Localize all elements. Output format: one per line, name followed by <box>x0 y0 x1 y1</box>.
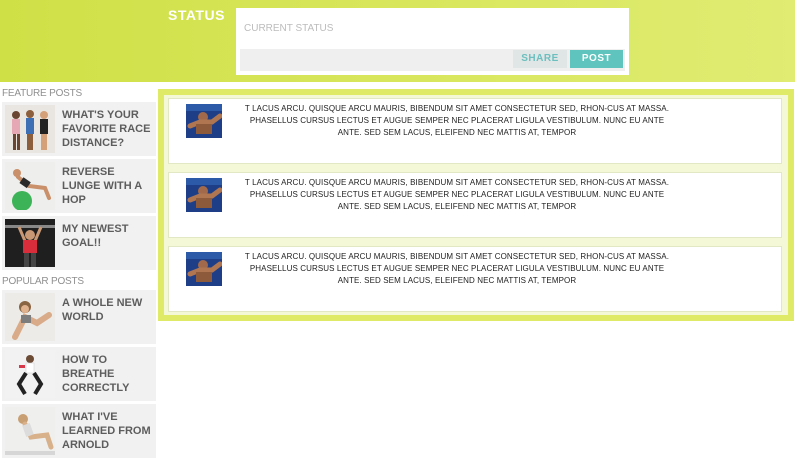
runners-photo <box>5 105 55 153</box>
feed-item-text: T LACUS ARCU. QUISQUE ARCU MAURIS, BIBEN… <box>244 178 670 211</box>
feed-list: T LACUS ARCU. QUISQUE ARCU MAURIS, BIBEN… <box>164 95 788 315</box>
sidebar-post-breathe-correctly[interactable]: HOW TO BREATHE CORRECTLY <box>2 347 156 401</box>
feed-item[interactable]: T LACUS ARCU. QUISQUE ARCU MAURIS, BIBEN… <box>168 172 782 238</box>
exercise-ball-photo <box>5 162 55 210</box>
status-input[interactable] <box>236 8 629 48</box>
status-title: STATUS <box>168 7 225 23</box>
share-button[interactable]: SHARE <box>513 50 567 68</box>
status-action-bar <box>240 49 625 71</box>
bodybuilder-photo <box>186 178 222 212</box>
sidebar-post-reverse-lunge[interactable]: REVERSE LUNGE WITH A HOP <box>2 159 156 213</box>
sidebar-post-label: MY NEWEST GOAL!! <box>62 223 129 249</box>
feed-panel: T LACUS ARCU. QUISQUE ARCU MAURIS, BIBEN… <box>158 89 794 321</box>
barbell-photo <box>5 219 55 267</box>
dumbbell-photo <box>5 350 55 398</box>
sidebar-post-label: REVERSE LUNGE WITH A HOP <box>62 166 142 206</box>
feed-item[interactable]: T LACUS ARCU. QUISQUE ARCU MAURIS, BIBEN… <box>168 98 782 164</box>
feature-posts-title: FEATURE POSTS <box>2 88 83 99</box>
feed-item[interactable]: T LACUS ARCU. QUISQUE ARCU MAURIS, BIBEN… <box>168 246 782 312</box>
feed-item-text: T LACUS ARCU. QUISQUE ARCU MAURIS, BIBEN… <box>244 252 670 285</box>
sidebar-post-label: A WHOLE NEW WORLD <box>62 297 143 323</box>
sidebar-post-whole-new-world[interactable]: A WHOLE NEW WORLD <box>2 290 156 344</box>
popular-posts-title: POPULAR POSTS <box>2 276 84 287</box>
sidebar-post-race-distance[interactable]: WHAT'S YOUR FAVORITE RACE DISTANCE? <box>2 102 156 156</box>
sidebar-post-learned-from-arnold[interactable]: WHAT I'VE LEARNED FROM ARNOLD <box>2 404 156 458</box>
feed-item-text: T LACUS ARCU. QUISQUE ARCU MAURIS, BIBEN… <box>244 104 670 137</box>
sidebar-post-newest-goal[interactable]: MY NEWEST GOAL!! <box>2 216 156 270</box>
bodybuilder-photo <box>186 104 222 138</box>
header-bar: STATUS SHARE POST <box>0 0 795 82</box>
situp-photo <box>5 407 55 455</box>
sidebar: FEATURE POSTS WHAT'S YOUR FAVORITE RACE … <box>0 86 156 461</box>
sidebar-post-label: HOW TO BREATHE CORRECTLY <box>62 354 130 394</box>
bodybuilder-photo <box>186 252 222 286</box>
sidebar-post-label: WHAT I'VE LEARNED FROM ARNOLD <box>62 411 151 451</box>
stretching-photo <box>5 293 55 341</box>
post-button[interactable]: POST <box>570 50 623 68</box>
sidebar-post-label: WHAT'S YOUR FAVORITE RACE DISTANCE? <box>62 109 151 149</box>
